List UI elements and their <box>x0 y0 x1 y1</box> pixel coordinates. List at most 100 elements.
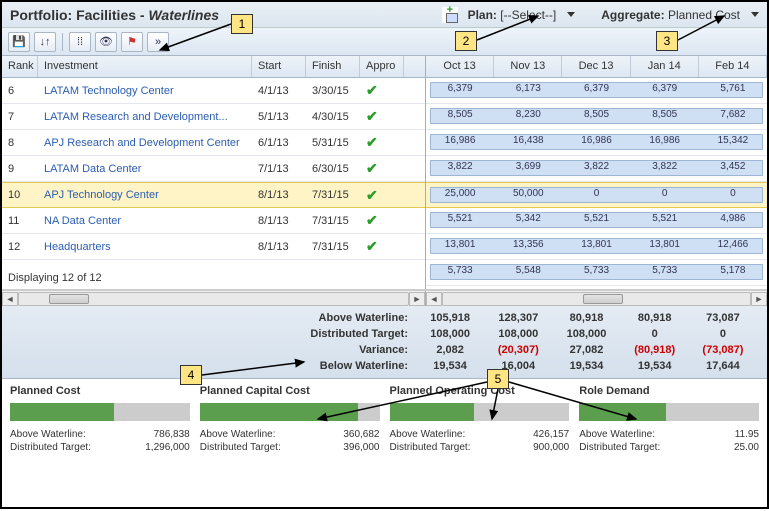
cell-start: 8/1/13 <box>252 189 306 201</box>
table-row[interactable]: 12Headquarters8/1/137/31/15✔ <box>2 234 425 260</box>
summary-value: 108,000 <box>552 328 620 340</box>
metric-target-label: Distributed Target: <box>200 442 281 453</box>
check-icon: ✔ <box>366 108 378 124</box>
scroll-left-icon[interactable]: ◄ <box>2 292 18 306</box>
timephase-cell: 16,438 <box>494 135 562 146</box>
timephase-cell: 0 <box>699 188 767 199</box>
scroll-right-icon[interactable]: ► <box>409 292 425 306</box>
metric-bar <box>200 403 380 421</box>
month-col[interactable]: Feb 14 <box>699 56 767 77</box>
timephase-cell: 8,505 <box>562 109 630 120</box>
check-icon: ✔ <box>366 238 378 254</box>
metric-bar <box>579 403 759 421</box>
investment-link[interactable]: LATAM Research and Development... <box>38 111 252 123</box>
col-start[interactable]: Start <box>252 56 306 77</box>
metrics-row: Planned CostAbove Waterline:786,838Distr… <box>2 379 767 461</box>
summary-value: 19,534 <box>416 360 484 372</box>
timephase-cell: 13,801 <box>631 239 699 250</box>
summary-value: 0 <box>621 328 689 340</box>
metric-target-value: 396,000 <box>343 442 379 453</box>
metric-bar <box>10 403 190 421</box>
table-row[interactable]: 8APJ Research and Development Center6/1/… <box>2 130 425 156</box>
metric-box: Role DemandAbove Waterline:11.95Distribu… <box>579 385 759 455</box>
col-finish[interactable]: Finish <box>306 56 360 77</box>
title-scenario: Waterlines <box>148 7 219 23</box>
table-row[interactable]: 6LATAM Technology Center4/1/133/30/15✔ <box>2 78 425 104</box>
metric-target-value: 900,000 <box>533 442 569 453</box>
main-grid-area: Rank Investment Start Finish Appro 6LATA… <box>2 56 767 290</box>
left-investment-grid: Rank Investment Start Finish Appro 6LATA… <box>2 56 426 289</box>
col-approved[interactable]: Appro <box>360 56 404 77</box>
callout-4: 4 <box>180 365 202 385</box>
month-col[interactable]: Jan 14 <box>631 56 699 77</box>
timephase-cell: 5,178 <box>699 265 767 276</box>
add-plan-icon[interactable] <box>442 7 458 23</box>
save-icon[interactable]: 💾 <box>8 32 30 52</box>
check-icon: ✔ <box>366 160 378 176</box>
aggregate-dropdown-caret[interactable] <box>751 12 759 17</box>
select-icon[interactable]: ⁞⁞ <box>69 32 91 52</box>
timephase-cell: 3,699 <box>494 161 562 172</box>
toolbar: 💾 ↓↑ ⁞⁞ 👁 ⚑ » <box>2 28 767 56</box>
expand-icon[interactable]: » <box>147 32 169 52</box>
timephase-cell: 12,466 <box>699 239 767 250</box>
timephase-row[interactable]: 5,5215,3425,5215,5214,986 <box>426 208 767 234</box>
summary-value: 0 <box>689 328 757 340</box>
metric-above-value: 426,157 <box>533 429 569 440</box>
metric-target-label: Distributed Target: <box>10 442 91 453</box>
month-col[interactable]: Oct 13 <box>426 56 494 77</box>
right-scrollbar[interactable]: ◄ ► <box>426 290 767 306</box>
investment-link[interactable]: APJ Technology Center <box>38 189 252 201</box>
summary-row: Below Waterline:19,53416,00419,53419,534… <box>2 358 757 374</box>
sort-icon[interactable]: ↓↑ <box>34 32 56 52</box>
col-investment[interactable]: Investment <box>38 56 252 77</box>
timephase-cell: 13,801 <box>426 239 494 250</box>
scroll-right-icon[interactable]: ► <box>751 292 767 306</box>
check-icon: ✔ <box>366 134 378 150</box>
filter-flag-icon[interactable]: ⚑ <box>121 32 143 52</box>
investment-link[interactable]: LATAM Data Center <box>38 163 252 175</box>
month-col[interactable]: Dec 13 <box>562 56 630 77</box>
plan-dropdown-caret[interactable] <box>567 12 575 17</box>
investment-link[interactable]: NA Data Center <box>38 215 252 227</box>
table-row[interactable]: 10APJ Technology Center8/1/137/31/15✔ <box>2 182 425 208</box>
cell-finish: 7/31/15 <box>306 189 360 201</box>
timephase-cell: 5,733 <box>631 265 699 276</box>
timephase-cell: 0 <box>631 188 699 199</box>
investment-link[interactable]: Headquarters <box>38 241 252 253</box>
summary-label: Variance: <box>2 344 416 356</box>
timephase-cell: 16,986 <box>426 135 494 146</box>
metric-title: Role Demand <box>579 385 759 397</box>
timephase-cell: 8,505 <box>426 109 494 120</box>
metric-box: Planned Operating CostAbove Waterline:42… <box>390 385 570 455</box>
summary-value: 105,918 <box>416 312 484 324</box>
timephase-row[interactable]: 13,80113,35613,80113,80112,466 <box>426 234 767 260</box>
summary-value: 17,644 <box>689 360 757 372</box>
eye-icon[interactable]: 👁 <box>95 32 117 52</box>
summary-row: Distributed Target:108,000108,000108,000… <box>2 326 757 342</box>
table-row[interactable]: 9LATAM Data Center7/1/136/30/15✔ <box>2 156 425 182</box>
timephase-row[interactable]: 8,5058,2308,5058,5057,682 <box>426 104 767 130</box>
left-scrollbar[interactable]: ◄ ► <box>2 290 426 306</box>
timephase-row[interactable]: 16,98616,43816,98616,98615,342 <box>426 130 767 156</box>
col-rank[interactable]: Rank <box>2 56 38 77</box>
metric-target-value: 25.00 <box>734 442 759 453</box>
scroll-left-icon[interactable]: ◄ <box>426 292 442 306</box>
callout-3: 3 <box>656 31 678 51</box>
timephase-row[interactable]: 3,8223,6993,8223,8223,452 <box>426 156 767 182</box>
month-col[interactable]: Nov 13 <box>494 56 562 77</box>
table-row[interactable]: 7LATAM Research and Development...5/1/13… <box>2 104 425 130</box>
summary-label: Distributed Target: <box>2 328 416 340</box>
summary-value: 19,534 <box>552 360 620 372</box>
timephase-row[interactable]: 25,00050,000000 <box>426 182 767 208</box>
timephase-cell: 8,505 <box>631 109 699 120</box>
timephase-row[interactable]: 5,7335,5485,7335,7335,178 <box>426 260 767 286</box>
investment-link[interactable]: APJ Research and Development Center <box>38 137 252 149</box>
timephase-cell: 7,682 <box>699 109 767 120</box>
investment-link[interactable]: LATAM Technology Center <box>38 85 252 97</box>
summary-value: 108,000 <box>416 328 484 340</box>
table-row[interactable]: 11NA Data Center8/1/137/31/15✔ <box>2 208 425 234</box>
timephase-row[interactable]: 6,3796,1736,3796,3795,761 <box>426 78 767 104</box>
callout-2: 2 <box>455 31 477 51</box>
timephase-cell: 6,379 <box>562 83 630 94</box>
